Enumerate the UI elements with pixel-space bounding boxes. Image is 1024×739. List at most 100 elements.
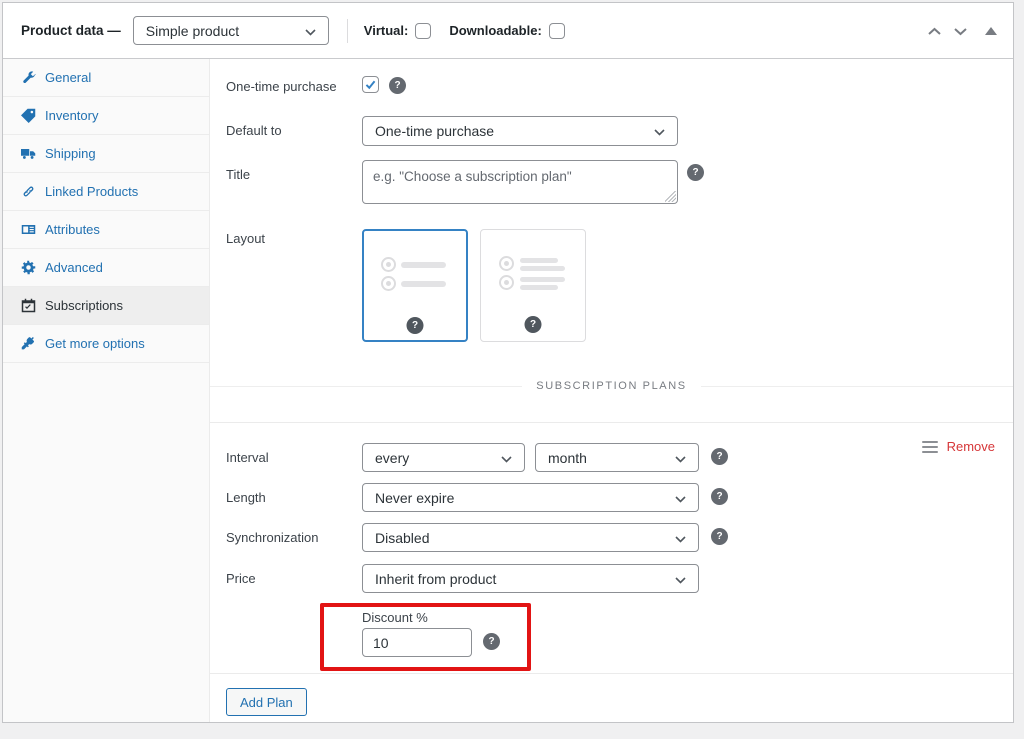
synchronization-value: Disabled — [375, 530, 429, 546]
chevron-down-icon — [667, 530, 686, 546]
add-plan-button[interactable]: Add Plan — [226, 688, 307, 716]
text-line-glyph — [520, 266, 565, 271]
interval-every-select[interactable]: every — [362, 443, 525, 472]
collapse-toggle-icon[interactable] — [985, 27, 997, 35]
price-select[interactable]: Inherit from product — [362, 564, 699, 593]
virtual-checkbox[interactable] — [415, 23, 431, 39]
layout-option-radio-list[interactable]: ? — [362, 229, 468, 342]
interval-period-value: month — [548, 450, 587, 466]
synchronization-label: Synchronization — [226, 530, 319, 545]
sidebar-item-attributes[interactable]: Attributes — [3, 211, 209, 249]
layout-option-help-icon[interactable]: ? — [525, 316, 542, 333]
interval-help-icon[interactable]: ? — [711, 448, 728, 465]
virtual-label: Virtual: — [364, 23, 409, 38]
radio-glyph — [499, 256, 514, 271]
chevron-down-icon — [667, 490, 686, 506]
synchronization-select[interactable]: Disabled — [362, 523, 699, 552]
sidebar-item-label: Advanced — [45, 260, 103, 275]
panel-header: Product data — Simple product Virtual: D… — [3, 3, 1013, 59]
sidebar-item-label: Linked Products — [45, 184, 138, 199]
radio-glyph — [381, 276, 396, 291]
radio-glyph — [499, 275, 514, 290]
default-to-value: One-time purchase — [375, 123, 494, 139]
chevron-down-icon — [493, 450, 512, 466]
layout-option-radio-stacked[interactable]: ? — [480, 229, 586, 342]
plug-icon — [21, 336, 36, 351]
title-label: Title — [226, 167, 250, 182]
plan-row-controls: Remove — [922, 439, 995, 454]
layout-option-help-icon[interactable]: ? — [407, 317, 424, 334]
product-data-panel: Product data — Simple product Virtual: D… — [2, 2, 1014, 723]
one-time-purchase-help-icon[interactable]: ? — [389, 77, 406, 94]
text-line-glyph — [401, 281, 446, 287]
sidebar-item-get-more-options[interactable]: Get more options — [3, 325, 209, 363]
panel-title: Product data — — [21, 23, 121, 38]
header-separator — [347, 19, 348, 43]
sidebar-item-label: Subscriptions — [45, 298, 123, 313]
interval-label: Interval — [226, 450, 269, 465]
sidebar-item-advanced[interactable]: Advanced — [3, 249, 209, 287]
downloadable-label: Downloadable: — [449, 23, 541, 38]
drag-handle-icon[interactable] — [922, 441, 938, 453]
sidebar-item-label: Inventory — [45, 108, 98, 123]
sidebar-item-label: General — [45, 70, 91, 85]
one-time-purchase-label: One-time purchase — [226, 79, 337, 94]
truck-icon — [21, 146, 36, 161]
sidebar: General Inventory Shipping Linked Produc… — [3, 59, 210, 722]
header-controls — [927, 3, 997, 59]
text-line-glyph — [520, 277, 565, 282]
subscriptions-tab-content: One-time purchase ? Default to One-time … — [210, 59, 1013, 722]
plan-top-rule — [210, 422, 1013, 423]
title-help-icon[interactable]: ? — [687, 164, 704, 181]
default-to-select[interactable]: One-time purchase — [362, 116, 678, 146]
sidebar-item-shipping[interactable]: Shipping — [3, 135, 209, 173]
chevron-down-icon — [646, 123, 665, 139]
layout-label: Layout — [226, 231, 265, 246]
sidebar-item-label: Get more options — [45, 336, 145, 351]
default-to-label: Default to — [226, 123, 282, 138]
calendar-check-icon — [21, 298, 36, 313]
subscription-plans-heading: SUBSCRIPTION PLANS — [522, 380, 700, 392]
chevron-down-icon — [297, 23, 316, 39]
text-line-glyph — [520, 285, 558, 290]
title-input[interactable] — [362, 160, 678, 204]
plan-bottom-rule — [210, 673, 1013, 674]
product-type-select[interactable]: Simple product — [133, 16, 329, 45]
panel-body: General Inventory Shipping Linked Produc… — [3, 59, 1013, 722]
sidebar-item-general[interactable]: General — [3, 59, 209, 97]
text-line-glyph — [520, 258, 558, 263]
radio-glyph — [381, 257, 396, 272]
sidebar-item-label: Shipping — [45, 146, 96, 161]
discount-help-icon[interactable]: ? — [483, 633, 500, 650]
synchronization-help-icon[interactable]: ? — [711, 528, 728, 545]
link-icon — [21, 184, 36, 199]
remove-plan-link[interactable]: Remove — [947, 439, 995, 454]
length-label: Length — [226, 490, 266, 505]
discount-input[interactable] — [362, 628, 472, 657]
sidebar-item-linked-products[interactable]: Linked Products — [3, 173, 209, 211]
price-value: Inherit from product — [375, 571, 496, 587]
text-line-glyph — [401, 262, 446, 268]
wrench-icon — [21, 70, 36, 85]
price-label: Price — [226, 571, 256, 586]
downloadable-checkbox[interactable] — [549, 23, 565, 39]
sidebar-item-subscriptions[interactable]: Subscriptions — [3, 287, 209, 325]
sidebar-item-label: Attributes — [45, 222, 100, 237]
interval-period-select[interactable]: month — [535, 443, 699, 472]
product-type-value: Simple product — [146, 23, 239, 39]
sidebar-item-inventory[interactable]: Inventory — [3, 97, 209, 135]
index-card-icon — [21, 222, 36, 237]
gear-icon — [21, 260, 36, 275]
chevron-down-icon — [667, 571, 686, 587]
move-up-icon[interactable] — [927, 27, 942, 36]
subscription-plans-divider: SUBSCRIPTION PLANS — [210, 380, 1013, 392]
resize-grip-icon[interactable] — [665, 191, 676, 202]
length-value: Never expire — [375, 490, 454, 506]
discount-label: Discount % — [362, 610, 428, 625]
one-time-purchase-checkbox[interactable] — [362, 76, 379, 93]
tag-icon — [21, 108, 36, 123]
interval-every-value: every — [375, 450, 409, 466]
move-down-icon[interactable] — [953, 27, 968, 36]
length-select[interactable]: Never expire — [362, 483, 699, 512]
length-help-icon[interactable]: ? — [711, 488, 728, 505]
